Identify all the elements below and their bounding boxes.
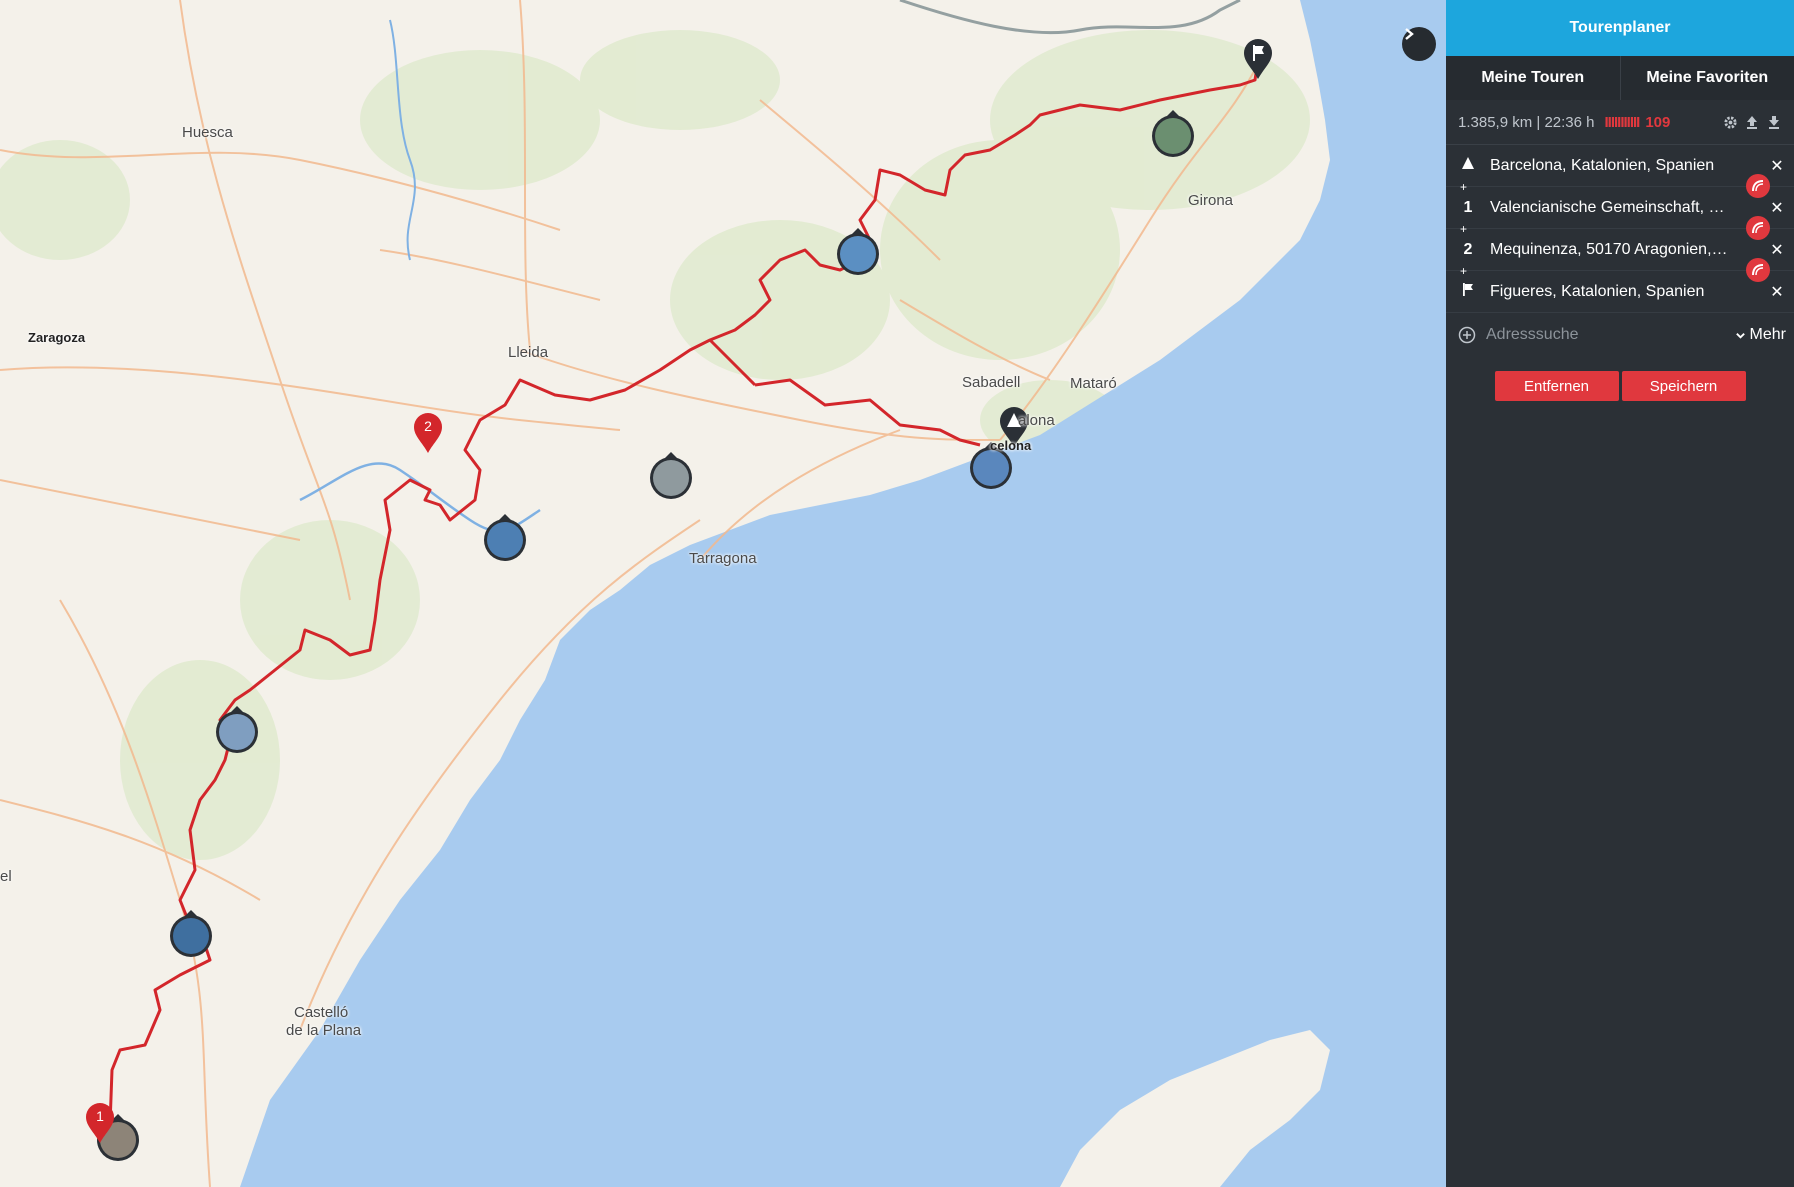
remove-waypoint-icon[interactable]: ✕	[1770, 282, 1784, 302]
chevron-down-icon	[1735, 332, 1745, 339]
waypoint-label[interactable]: Valencianische Gemeinschaft, Spanien	[1490, 199, 1770, 217]
photo-marker[interactable]	[1150, 110, 1196, 160]
route-type-icon[interactable]	[1746, 174, 1770, 198]
route-type-icon[interactable]	[1746, 258, 1770, 282]
city-label-barcelona: celona	[990, 438, 1032, 453]
city-label-lleida: Lleida	[508, 344, 549, 361]
waypoint-row-1[interactable]: 1 Valencianische Gemeinschaft, Spanien ✕…	[1446, 187, 1794, 240]
waypoint-label[interactable]: Figueres, Katalonien, Spanien	[1490, 283, 1770, 301]
chevron-right-icon	[1405, 28, 1414, 40]
insert-waypoint-icon[interactable]: +	[1460, 222, 1467, 236]
waypoint-2-marker[interactable]: 2	[412, 412, 444, 454]
city-label-de-la-plana: de la Plana	[286, 1022, 362, 1039]
waypoint-row-finish[interactable]: Figueres, Katalonien, Spanien ✕	[1446, 271, 1794, 313]
city-label-partial: el	[0, 868, 12, 885]
waypoint-1-number: 1	[96, 1108, 104, 1124]
city-label-zaragoza: Zaragoza	[28, 330, 86, 345]
route-stats: 1.385,9 km | 22:36 h IIIIIIIIIII 109	[1446, 100, 1794, 145]
start-icon	[1458, 156, 1478, 175]
panel-tabs: Meine Touren Meine Favoriten	[1446, 56, 1794, 100]
city-label-tarragona: Tarragona	[689, 550, 757, 567]
insert-waypoint-icon[interactable]: +	[1460, 180, 1467, 194]
photo-marker[interactable]	[168, 910, 214, 960]
route-score: 109	[1645, 113, 1671, 131]
panel-title: Tourenplaner	[1446, 0, 1794, 56]
download-icon[interactable]	[1766, 114, 1782, 130]
settings-gear-icon[interactable]	[1722, 114, 1738, 130]
waypoint-row-2[interactable]: 2 Mequinenza, 50170 Aragonien, Spanien ✕…	[1446, 229, 1794, 282]
waypoint-2-number: 2	[424, 418, 432, 434]
finish-flag-marker[interactable]	[1242, 38, 1274, 80]
waypoint-label[interactable]: Mequinenza, 50170 Aragonien, Spanien	[1490, 241, 1770, 259]
more-dropdown[interactable]: Mehr	[1735, 326, 1786, 344]
city-label-huesca: Huesca	[182, 124, 233, 141]
flag-icon	[1458, 282, 1478, 301]
insert-waypoint-icon[interactable]: +	[1460, 264, 1467, 278]
tab-my-tours[interactable]: Meine Touren	[1446, 56, 1621, 100]
route-summary: 1.385,9 km | 22:36 h	[1458, 113, 1595, 131]
save-button[interactable]: Speichern	[1621, 371, 1746, 401]
tour-planner-panel: Tourenplaner Meine Touren Meine Favorite…	[1446, 0, 1794, 1187]
add-circle-icon[interactable]	[1458, 326, 1476, 344]
waypoint-1-marker[interactable]: 1	[84, 1102, 116, 1144]
photo-marker[interactable]	[835, 228, 881, 278]
remove-waypoint-icon[interactable]: ✕	[1770, 198, 1784, 218]
remove-button[interactable]: Entfernen	[1494, 371, 1619, 401]
city-label-girona: Girona	[1188, 192, 1234, 209]
city-label-mataro: Mataró	[1070, 375, 1117, 392]
more-label: Mehr	[1749, 326, 1786, 343]
waypoint-label[interactable]: Barcelona, Katalonien, Spanien	[1490, 157, 1770, 175]
city-label-castello: Castelló	[294, 1004, 349, 1021]
difficulty-bars: IIIIIIIIIII	[1604, 113, 1641, 131]
remove-waypoint-icon[interactable]: ✕	[1770, 156, 1784, 176]
collapse-panel-button[interactable]	[1402, 27, 1436, 61]
map-canvas[interactable]	[0, 0, 1446, 1187]
waypoint-row-start[interactable]: Barcelona, Katalonien, Spanien ✕ +	[1446, 145, 1794, 198]
photo-marker[interactable]	[648, 452, 694, 502]
remove-waypoint-icon[interactable]: ✕	[1770, 240, 1784, 260]
tab-my-favorites[interactable]: Meine Favoriten	[1621, 56, 1794, 100]
address-search-input[interactable]	[1484, 325, 1735, 345]
route-type-icon[interactable]	[1746, 216, 1770, 240]
city-label-badalona: alona	[1018, 412, 1055, 429]
address-search-row: Mehr	[1446, 313, 1794, 357]
waypoint-number: 1	[1463, 198, 1473, 216]
waypoint-number: 2	[1463, 240, 1473, 258]
photo-marker[interactable]	[214, 706, 260, 756]
city-label-sabadell: Sabadell	[962, 374, 1021, 391]
map-view[interactable]: 2 1 Huesca Zaragoza Lleida Girona Sabade…	[0, 0, 1446, 1187]
upload-icon[interactable]	[1744, 114, 1760, 130]
photo-marker[interactable]	[482, 514, 528, 564]
